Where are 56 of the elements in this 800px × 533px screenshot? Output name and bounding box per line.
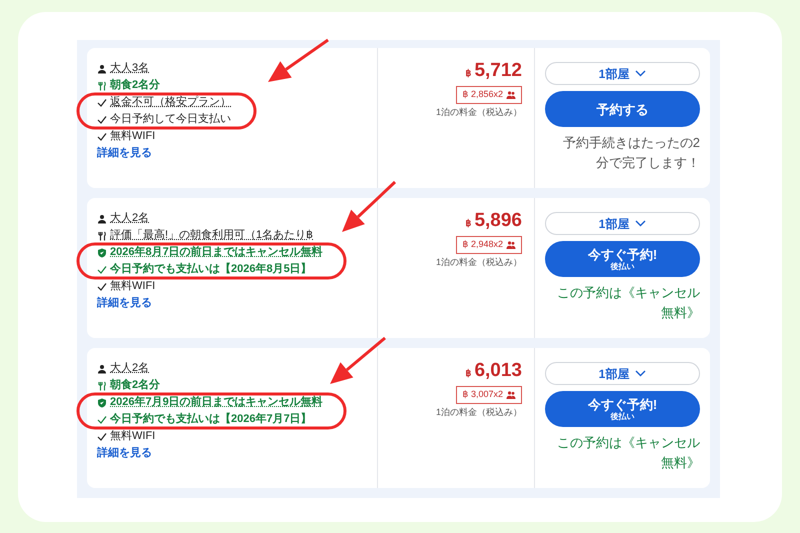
price-note: 1泊の料金（税込み） — [436, 406, 522, 418]
feature-text: 今日予約して今日支払い — [110, 112, 231, 127]
shield-icon — [97, 398, 107, 408]
feature-text: 朝食2名分 — [110, 378, 160, 393]
people-icon — [506, 90, 516, 99]
chevron-down-icon — [635, 370, 646, 377]
person-icon — [97, 64, 107, 74]
feature-text: 無料WIFI — [110, 429, 156, 444]
annotation-arrow — [342, 180, 396, 232]
booking-note: この予約は《キャンセル無料》 — [556, 284, 700, 322]
room-count-select[interactable]: 1部屋 — [545, 212, 700, 235]
price: 5,712 — [474, 60, 522, 82]
booking-note: 予約手続きはたったの2分で完了します！ — [562, 134, 700, 172]
annotation-arrow — [330, 336, 386, 384]
details-link[interactable]: 詳細を見る — [97, 445, 152, 462]
currency-symbol: ฿ — [465, 67, 472, 80]
price-note: 1泊の料金（税込み） — [436, 256, 522, 268]
price: 5,896 — [474, 210, 522, 232]
chevron-down-icon — [635, 220, 646, 227]
feature-text: 朝食2名分 — [110, 78, 160, 93]
per-person-badge: ฿ 2,856x2 — [456, 86, 522, 104]
room-count-select[interactable]: 1部屋 — [545, 62, 700, 85]
per-person-badge: ฿ 2,948x2 — [456, 236, 522, 254]
annotation-arrow — [268, 38, 329, 82]
book-button[interactable]: 今すぐ予約! 後払い — [545, 391, 700, 427]
feature-text: 2026年7月9日の前日まではキャンセル無料 — [110, 394, 323, 410]
person-icon — [97, 214, 107, 224]
book-button[interactable]: 今すぐ予約! 後払い — [545, 241, 700, 277]
feature-text: 今日予約でも支払いは【2026年8月5日】 — [110, 262, 312, 277]
details-link[interactable]: 詳細を見る — [97, 295, 152, 312]
currency-symbol: ฿ — [465, 217, 472, 230]
people-icon — [506, 390, 516, 399]
currency-symbol: ฿ — [465, 367, 472, 380]
fork-knife-icon — [97, 230, 107, 240]
room-count-select[interactable]: 1部屋 — [545, 362, 700, 385]
person-icon — [97, 364, 107, 374]
feature-text: 大人2名 — [110, 211, 150, 226]
feature-text: 返金不可（格安プラン） — [110, 94, 231, 110]
fork-knife-icon — [97, 80, 107, 90]
price: 6,013 — [474, 360, 522, 382]
book-button[interactable]: 予約する — [545, 91, 700, 127]
booking-note: この予約は《キャンセル無料》 — [556, 434, 700, 472]
feature-text: 評価「最高!」の朝食利用可（1名あたり฿ — [110, 228, 314, 243]
feature-text: 2026年8月7日の前日まではキャンセル無料 — [110, 244, 323, 260]
feature-text: 無料WIFI — [110, 129, 156, 144]
people-icon — [506, 240, 516, 249]
feature-text: 無料WIFI — [110, 279, 156, 294]
price-note: 1泊の料金（税込み） — [436, 106, 522, 118]
per-person-badge: ฿ 3,007x2 — [456, 386, 522, 404]
feature-text: 大人3名 — [110, 61, 150, 76]
chevron-down-icon — [635, 70, 646, 77]
feature-text: 今日予約でも支払いは【2026年7月7日】 — [110, 412, 312, 427]
feature-text: 大人2名 — [110, 361, 150, 376]
fork-knife-icon — [97, 380, 107, 390]
shield-icon — [97, 248, 107, 258]
details-link[interactable]: 詳細を見る — [97, 145, 152, 162]
